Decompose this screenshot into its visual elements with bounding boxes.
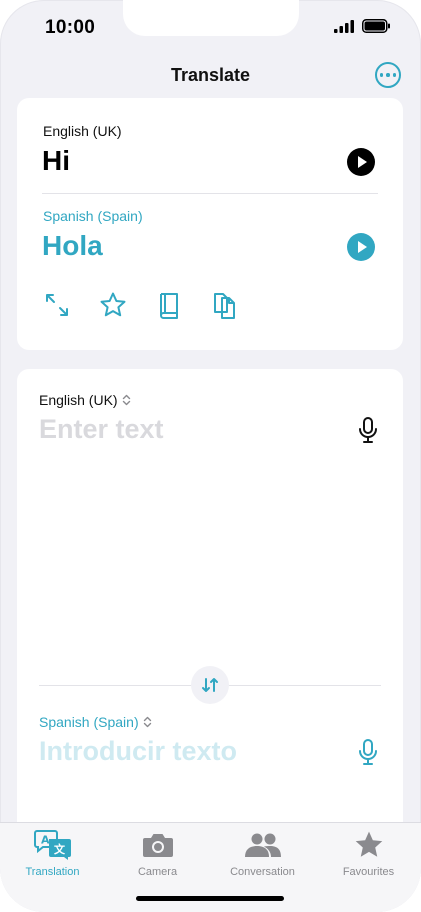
translation-icon: A 文 (33, 830, 71, 860)
result-source-language: English (UK) (43, 123, 122, 139)
translation-input-card: English (UK) Enter text Spanish (Spain) (17, 369, 403, 839)
play-source-button[interactable] (347, 148, 375, 176)
source-language-selector[interactable]: English (UK) (39, 392, 131, 408)
target-mic-button[interactable] (357, 738, 379, 766)
tab-label: Favourites (342, 866, 395, 878)
source-text-input[interactable]: Enter text (39, 414, 164, 445)
result-target-language: Spanish (Spain) (43, 208, 143, 224)
expand-icon (46, 294, 68, 316)
star-icon (100, 292, 126, 317)
source-language-label: English (UK) (39, 392, 118, 408)
nav-header: Translate (0, 56, 421, 96)
page-title: Translate (170, 65, 251, 85)
tab-camera[interactable]: Camera (105, 829, 210, 878)
status-icons (334, 19, 391, 33)
more-dot-icon (379, 73, 384, 77)
play-target-button[interactable] (347, 233, 375, 261)
result-target-text: Hola (42, 230, 103, 261)
copy-button[interactable] (210, 290, 240, 320)
copy-icon (214, 293, 235, 319)
target-language-selector[interactable]: Spanish (Spain) (39, 714, 152, 730)
microphone-icon (359, 417, 377, 443)
status-bar: 10:00 (0, 0, 421, 56)
svg-text:A: A (41, 834, 50, 847)
swap-icon (202, 678, 218, 692)
home-indicator[interactable] (136, 896, 284, 901)
chevron-updown-icon (122, 394, 130, 406)
battery-icon (362, 19, 390, 33)
people-icon (244, 833, 281, 857)
notch (123, 0, 299, 36)
chevron-updown-icon (143, 716, 151, 728)
tab-label: Conversation (230, 866, 295, 878)
favourite-button[interactable] (98, 290, 128, 320)
tab-label: Translation (25, 866, 80, 878)
more-dot-icon (392, 73, 397, 77)
result-actions (42, 290, 240, 320)
dictionary-button[interactable] (154, 290, 184, 320)
tab-favourites[interactable]: Favourites (316, 829, 421, 878)
camera-icon (142, 834, 173, 857)
star-icon (355, 831, 382, 857)
cellular-signal-icon (334, 19, 354, 33)
more-options-button[interactable] (375, 62, 401, 88)
microphone-icon (359, 739, 377, 765)
source-mic-button[interactable] (357, 416, 379, 444)
tab-label: Camera (137, 866, 178, 878)
tab-translation[interactable]: A 文 Translation (0, 829, 105, 878)
tab-conversation[interactable]: Conversation (210, 829, 315, 878)
svg-text:文: 文 (54, 842, 66, 856)
result-divider (42, 193, 378, 194)
status-time: 10:00 (45, 17, 96, 38)
more-dot-icon (386, 73, 390, 77)
translation-result-card: English (UK) Hi Spanish (Spain) Hola (17, 98, 403, 350)
expand-button[interactable] (42, 290, 72, 320)
result-source-text: Hi (42, 145, 70, 176)
book-icon (160, 293, 178, 319)
target-language-label: Spanish (Spain) (39, 714, 139, 730)
target-text-input[interactable]: Introducir texto (39, 736, 237, 767)
swap-languages-button[interactable] (191, 666, 229, 704)
phone-screen: 10:00 Translate English (UK) Hi Spanish … (0, 0, 421, 912)
